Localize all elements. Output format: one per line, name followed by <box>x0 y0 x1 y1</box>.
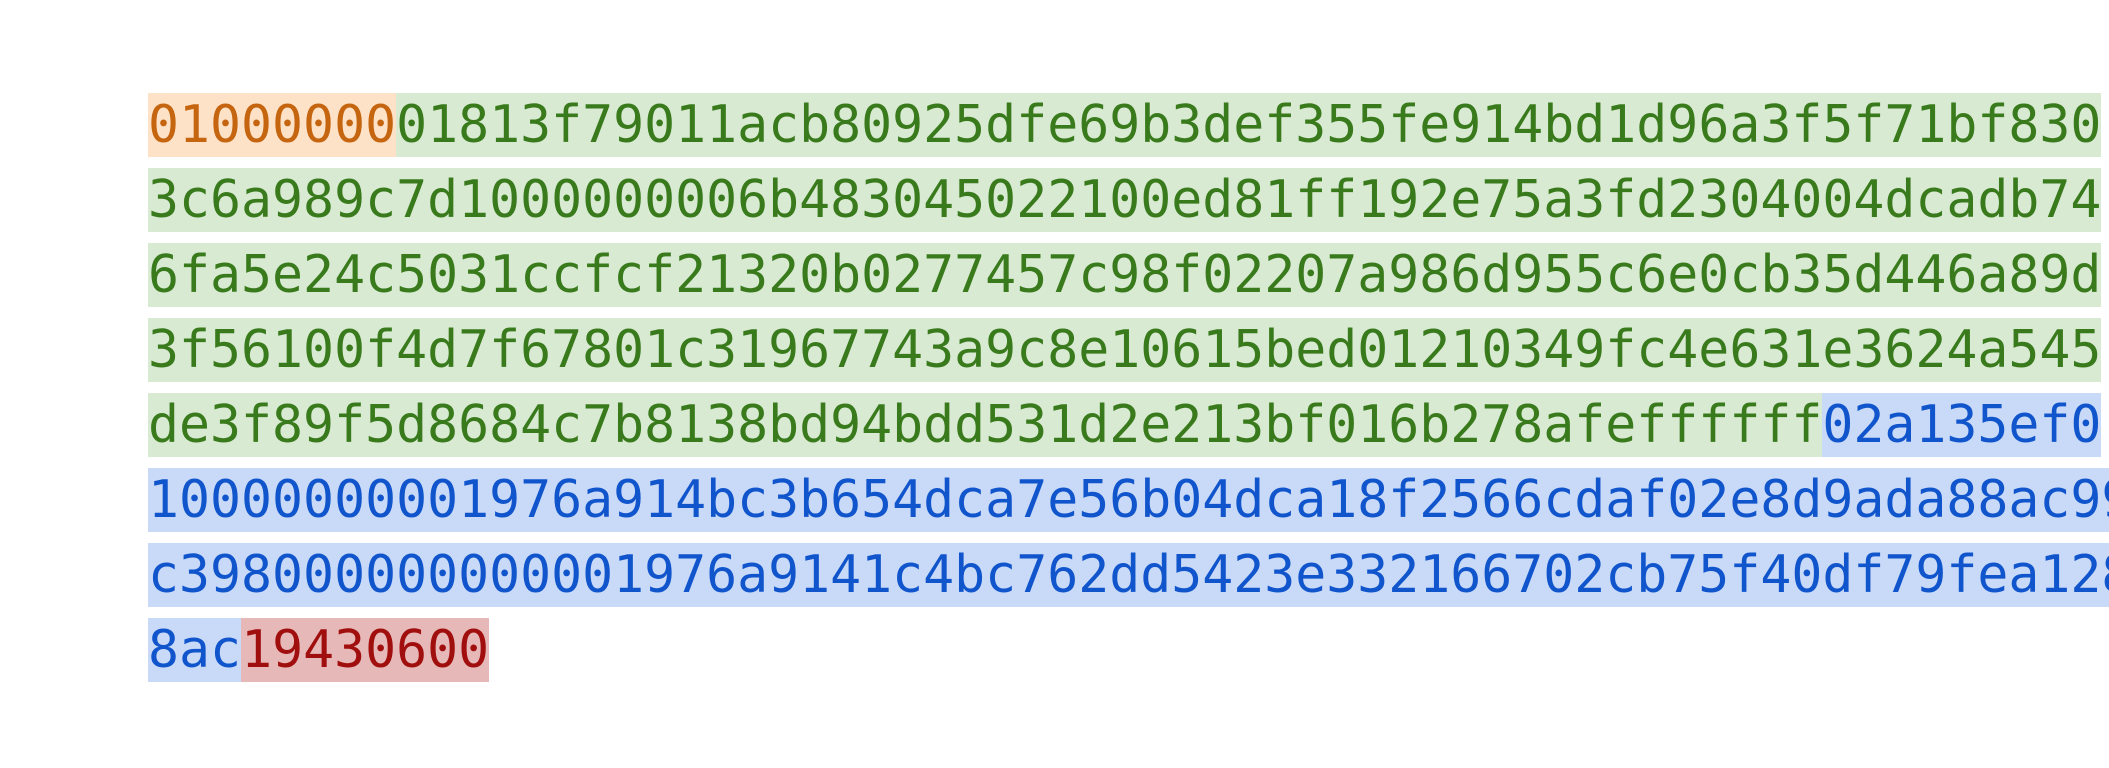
version-segment: 01000000 <box>148 93 397 157</box>
outputs-segment: 8ac <box>148 618 242 682</box>
outputs-segment: 02a135ef0 <box>1822 393 2102 457</box>
outputs-segment: 10000000001976a914bc3b654dca7e56b04dca18… <box>148 468 2109 532</box>
inputs-segment: 3c6a989c7d1000000006b483045022100ed81ff1… <box>148 168 2102 232</box>
inputs-segment: 3f56100f4d7f67801c31967743a9c8e10615bed0… <box>148 318 2102 382</box>
inputs-segment: 01813f79011acb80925dfe69b3def355fe914bd1… <box>396 93 2102 157</box>
inputs-segment: de3f89f5d8684c7b8138bd94bdd531d2e213bf01… <box>148 393 1823 457</box>
raw-transaction-hex-view: 0100000001813f79011acb80925dfe69b3def355… <box>24 18 2109 682</box>
inputs-segment: 6fa5e24c5031ccfcf21320b0277457c98f02207a… <box>148 243 2102 307</box>
hex-line-1: 0100000001813f79011acb80925dfe69b3def355… <box>24 18 2102 157</box>
locktime-segment: 19430600 <box>241 618 490 682</box>
outputs-segment: c398000000000001976a9141c4bc762dd5423e33… <box>148 543 2109 607</box>
